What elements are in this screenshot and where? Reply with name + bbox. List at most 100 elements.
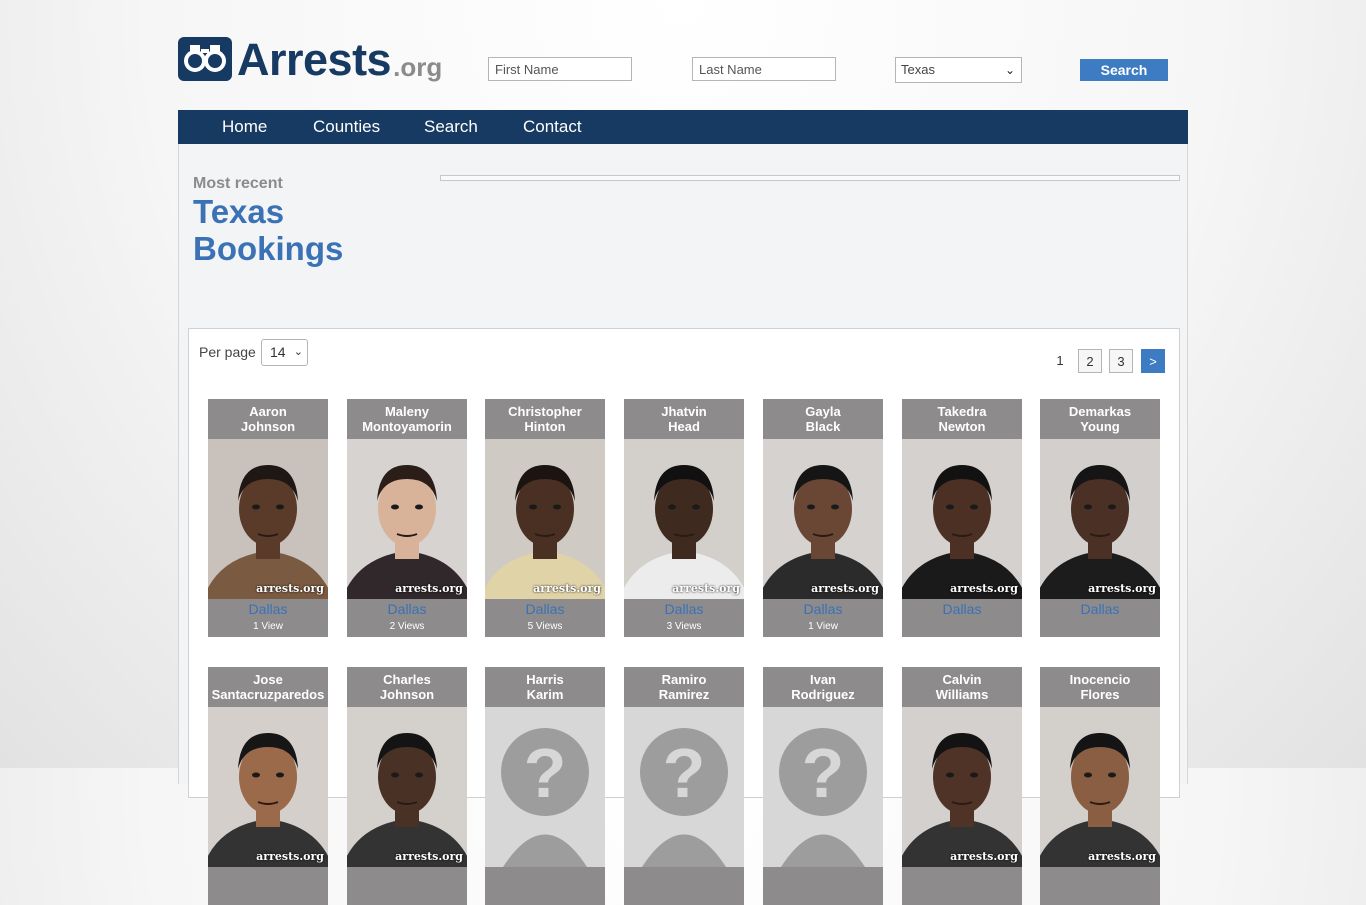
- watermark-text: arrests.org: [256, 582, 324, 595]
- booking-card[interactable]: Gayla Black arrests.org Dallas 1 View: [763, 399, 883, 637]
- watermark-text: arrests.org: [533, 582, 601, 595]
- booking-name[interactable]: Charles Johnson: [347, 672, 467, 702]
- watermark-text: arrests.org: [950, 850, 1018, 863]
- watermark-text: arrests.org: [395, 582, 463, 595]
- county-link[interactable]: Dallas: [624, 601, 744, 617]
- booking-card[interactable]: Ramiro Ramirez?: [624, 667, 744, 905]
- last-name: Johnson: [379, 687, 435, 702]
- mugshot-photo[interactable]: arrests.org: [624, 439, 744, 599]
- county-link[interactable]: Dallas: [763, 601, 883, 617]
- county-link[interactable]: Dallas: [485, 601, 605, 617]
- county-link[interactable]: Dallas: [208, 601, 328, 617]
- first-name-input[interactable]: [488, 57, 632, 81]
- search-button[interactable]: Search: [1080, 59, 1168, 81]
- nav-home[interactable]: Home: [222, 110, 267, 143]
- handcuffs-icon: [178, 37, 232, 81]
- chevron-down-icon: ⌄: [1004, 63, 1015, 77]
- last-name-input[interactable]: [692, 57, 836, 81]
- mugshot-photo[interactable]: arrests.org: [485, 439, 605, 599]
- mugshot-photo[interactable]: arrests.org: [347, 707, 467, 867]
- mugshot-image: [485, 465, 605, 599]
- last-name: Rodriguez: [791, 687, 855, 702]
- page-kicker: Most recent: [193, 175, 283, 192]
- booking-name[interactable]: Jose Santacruzparedos: [208, 672, 328, 702]
- booking-card[interactable]: Calvin Williams arrests.org: [902, 667, 1022, 905]
- nav-search[interactable]: Search: [424, 110, 478, 143]
- nav-contact[interactable]: Contact: [523, 110, 582, 143]
- mugshot-photo[interactable]: arrests.org: [208, 439, 328, 599]
- page-2-link[interactable]: 2: [1078, 349, 1102, 373]
- mugshot-photo[interactable]: arrests.org: [347, 439, 467, 599]
- state-select[interactable]: Texas ⌄: [895, 57, 1022, 83]
- last-name: Montoyamorin: [362, 419, 452, 434]
- mugshot-image: [208, 733, 328, 867]
- last-name: Young: [1080, 419, 1120, 434]
- booking-card[interactable]: Maleny Montoyamorin arrests.org Dallas 2 Vie…: [347, 399, 467, 637]
- mugshot-photo[interactable]: arrests.org: [208, 707, 328, 867]
- booking-name[interactable]: Inocencio Flores: [1040, 672, 1160, 702]
- mugshot-photo[interactable]: arrests.org: [902, 439, 1022, 599]
- mugshot-image: [763, 465, 883, 599]
- booking-card[interactable]: Jose Santacruzparedos arrests.org: [208, 667, 328, 905]
- mugshot-photo[interactable]: arrests.org: [763, 439, 883, 599]
- booking-name[interactable]: Demarkas Young: [1040, 404, 1160, 434]
- watermark-text: arrests.org: [950, 582, 1018, 595]
- booking-card[interactable]: Jhatvin Head arrests.org Dallas 3 Views: [624, 399, 744, 637]
- booking-name[interactable]: Takedra Newton: [902, 404, 1022, 434]
- content-panel: Most recent Texas Bookings Per page 14 ⌄…: [178, 144, 1188, 905]
- booking-card[interactable]: Charles Johnson arrests.org: [347, 667, 467, 905]
- mugshot-photo[interactable]: arrests.org: [902, 707, 1022, 867]
- booking-name[interactable]: Ivan Rodriguez: [763, 672, 883, 702]
- next-page-button[interactable]: >: [1141, 349, 1165, 373]
- first-name: Maleny: [384, 404, 430, 419]
- booking-card[interactable]: Harris Karim?: [485, 667, 605, 905]
- booking-card[interactable]: Takedra Newton arrests.org Dallas: [902, 399, 1022, 637]
- no-photo-placeholder[interactable]: ?: [624, 707, 744, 867]
- last-name: Hinton: [524, 419, 566, 434]
- main-nav: Home Counties Search Contact: [178, 110, 1188, 144]
- booking-card[interactable]: Aaron Johnson arrests.org Dallas 1 View: [208, 399, 328, 637]
- first-name: Calvin: [942, 672, 982, 687]
- county-link[interactable]: Dallas: [1040, 601, 1160, 617]
- last-name: Williams: [935, 687, 989, 702]
- mugshot-image: [347, 733, 467, 867]
- mugshot-photo[interactable]: arrests.org: [1040, 439, 1160, 599]
- unknown-person-icon: ?: [501, 728, 589, 867]
- booking-card[interactable]: Inocencio Flores arrests.org: [1040, 667, 1160, 905]
- watermark-text: arrests.org: [1088, 850, 1156, 863]
- view-count: 1 View: [253, 621, 283, 632]
- unknown-person-icon: ?: [779, 728, 867, 867]
- state-select-value: Texas: [901, 62, 935, 77]
- booking-name[interactable]: Ramiro Ramirez: [624, 672, 744, 702]
- page-3-link[interactable]: 3: [1109, 349, 1133, 373]
- county-link[interactable]: Dallas: [347, 601, 467, 617]
- no-photo-placeholder[interactable]: ?: [485, 707, 605, 867]
- mugshot-photo[interactable]: arrests.org: [1040, 707, 1160, 867]
- site-logo[interactable]: Arrests .org: [178, 34, 442, 82]
- booking-name[interactable]: Gayla Black: [763, 404, 883, 434]
- svg-text:?: ?: [524, 734, 567, 812]
- booking-card[interactable]: Christopher Hinton arrests.org Dallas 5 View…: [485, 399, 605, 637]
- ad-banner: [440, 175, 1180, 181]
- county-link[interactable]: Dallas: [902, 601, 1022, 617]
- no-photo-placeholder[interactable]: ?: [763, 707, 883, 867]
- per-page-select[interactable]: 14 ⌄: [261, 339, 308, 366]
- nav-counties[interactable]: Counties: [313, 110, 380, 143]
- booking-name[interactable]: Aaron Johnson: [208, 404, 328, 434]
- last-name: Ramirez: [658, 687, 710, 702]
- booking-name[interactable]: Maleny Montoyamorin: [347, 404, 467, 434]
- unknown-person-icon: ?: [640, 728, 728, 867]
- logo-wordmark: Arrests: [237, 34, 392, 85]
- booking-name[interactable]: Harris Karim: [485, 672, 605, 702]
- mugshot-image: [902, 733, 1022, 867]
- first-name: Inocencio: [1069, 672, 1131, 687]
- mugshot-image: [1040, 733, 1160, 867]
- booking-name[interactable]: Calvin Williams: [902, 672, 1022, 702]
- booking-card[interactable]: Demarkas Young arrests.org Dallas: [1040, 399, 1160, 637]
- booking-card[interactable]: Ivan Rodriguez?: [763, 667, 883, 905]
- booking-name[interactable]: Christopher Hinton: [485, 404, 605, 434]
- booking-name[interactable]: Jhatvin Head: [624, 404, 744, 434]
- last-name: Head: [668, 419, 700, 434]
- svg-text:?: ?: [802, 734, 845, 812]
- per-page-label: Per page: [199, 344, 256, 360]
